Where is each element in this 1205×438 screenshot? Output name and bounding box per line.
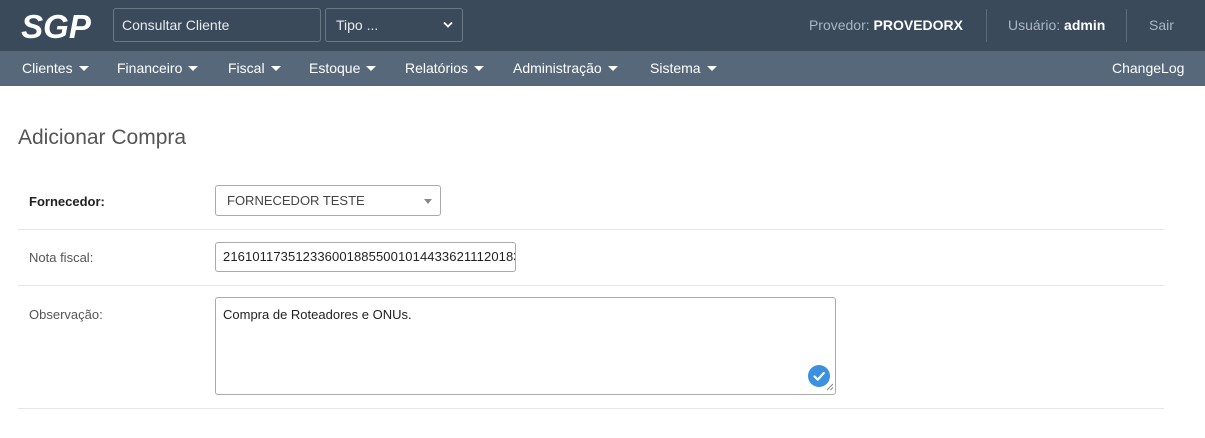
- menu-item-label: Estoque: [309, 60, 361, 76]
- menu-item-estoque[interactable]: Estoque: [309, 51, 377, 86]
- row-divider: [18, 229, 1164, 230]
- caret-down-icon: [366, 65, 377, 71]
- menu-item-administracao[interactable]: Administração: [513, 51, 618, 86]
- search-type-select[interactable]: Tipo ...: [325, 8, 463, 42]
- notes-label: Observação:: [29, 307, 103, 322]
- supplier-select[interactable]: FORNECEDOR TESTE: [215, 185, 441, 216]
- chevron-down-icon: [443, 21, 453, 28]
- caret-down-icon: [270, 65, 281, 71]
- resize-grip-icon[interactable]: [824, 381, 834, 391]
- caret-down-icon: [607, 65, 618, 71]
- menu-item-financeiro[interactable]: Financeiro: [117, 51, 199, 86]
- header-divider: [986, 9, 987, 42]
- caret-down-icon: [188, 65, 199, 71]
- row-divider: [18, 408, 1164, 409]
- menu-item-label: Relatórios: [405, 60, 469, 76]
- sgp-logo[interactable]: SGP: [18, 9, 94, 43]
- caret-down-icon: [706, 65, 717, 71]
- menu-item-label: Fiscal: [228, 60, 265, 76]
- menu-item-relatorios[interactable]: Relatórios: [405, 51, 485, 86]
- provider-name: PROVEDORX: [873, 17, 963, 33]
- provider-label: Provedor:: [808, 17, 870, 33]
- menu-item-fiscal[interactable]: Fiscal: [228, 51, 281, 86]
- user-name: admin: [1064, 17, 1106, 33]
- menu-item-label: Clientes: [22, 60, 73, 76]
- menu-item-label: Administração: [513, 60, 602, 76]
- user-label: Usuário:: [1008, 17, 1061, 33]
- dropdown-arrow-icon: [424, 199, 432, 204]
- header-divider: [1126, 9, 1127, 42]
- top-navbar: SGP Consultar Cliente Tipo ... Provedor:…: [0, 0, 1205, 51]
- main-menu: Clientes Financeiro Fiscal Estoque Relat…: [0, 51, 1205, 86]
- supplier-value: FORNECEDOR TESTE: [227, 193, 365, 208]
- search-type-value: Tipo ...: [336, 17, 379, 33]
- invoice-number-input[interactable]: 2161011735123360018855001014433621112018…: [215, 242, 516, 272]
- menu-item-label: Sistema: [650, 60, 701, 76]
- caret-down-icon: [474, 65, 485, 71]
- client-search-input[interactable]: Consultar Cliente: [113, 8, 321, 42]
- notes-textarea[interactable]: Compra de Roteadores e ONUs.: [215, 297, 836, 395]
- menu-item-sistema[interactable]: Sistema: [650, 51, 717, 86]
- menu-item-label: Financeiro: [117, 60, 183, 76]
- row-divider: [18, 285, 1164, 286]
- caret-down-icon: [78, 65, 89, 71]
- invoice-label: Nota fiscal:: [29, 250, 94, 265]
- page-title: Adicionar Compra: [18, 126, 187, 149]
- logo-text: SGP: [21, 9, 92, 43]
- logout-link[interactable]: Sair: [1149, 0, 1174, 51]
- menu-item-clientes[interactable]: Clientes: [22, 51, 89, 86]
- changelog-link[interactable]: ChangeLog: [1112, 51, 1184, 86]
- supplier-label: Fornecedor:: [29, 194, 105, 209]
- provider-info: Provedor: PROVEDORX: [809, 0, 963, 51]
- user-info[interactable]: Usuário: admin: [1008, 0, 1105, 51]
